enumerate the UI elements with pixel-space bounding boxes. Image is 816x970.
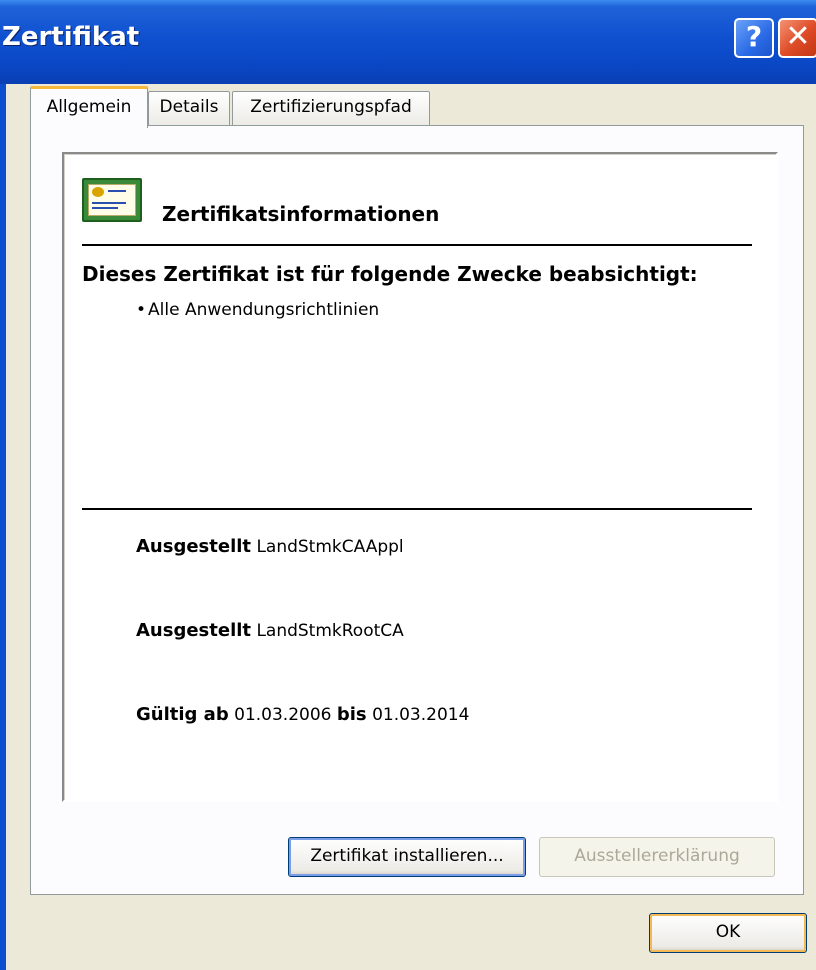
- divider: [82, 508, 752, 510]
- issuer-statement-button[interactable]: Ausstellererklärung: [539, 837, 775, 877]
- valid-to-label: bis: [336, 704, 367, 725]
- tab-certification-path[interactable]: Zertifizierungspfad: [232, 91, 430, 125]
- issued-to-row: Ausgestellt LandStmkCAAppl: [136, 536, 404, 557]
- issued-by-row: Ausgestellt LandStmkRootCA: [136, 620, 404, 641]
- window-title: Zertifikat: [2, 22, 140, 52]
- purpose-list-item: • Alle Anwendungsrichtlinien: [136, 300, 379, 320]
- tab-details[interactable]: Details: [148, 91, 230, 125]
- issued-by-value: LandStmkRootCA: [256, 621, 404, 641]
- close-button[interactable]: ✕: [778, 18, 816, 58]
- divider: [82, 244, 752, 246]
- valid-from-label: Gültig ab: [136, 704, 229, 725]
- info-title: Zertifikatsinformationen: [162, 202, 440, 226]
- validity-row: Gültig ab 01.03.2006 bis 01.03.2014: [136, 704, 469, 725]
- install-certificate-button[interactable]: Zertifikat installieren...: [288, 837, 526, 877]
- valid-from-value: 01.03.2006: [234, 705, 332, 725]
- bullet: •: [136, 300, 147, 320]
- purpose-text: Alle Anwendungsrichtlinien: [148, 300, 380, 320]
- certificate-info-box: Zertifikatsinformationen Dieses Zertifik…: [62, 152, 778, 802]
- issued-by-label: Ausgestellt: [136, 620, 252, 641]
- issued-to-value: LandStmkCAAppl: [256, 537, 404, 557]
- certificate-dialog: Zertifikat ? ✕ Allgemein Details Zertifi…: [0, 0, 816, 970]
- purpose-heading: Dieses Zertifikat ist für folgende Zweck…: [82, 262, 698, 286]
- tab-general[interactable]: Allgemein: [30, 86, 148, 128]
- ok-button[interactable]: OK: [649, 913, 807, 953]
- valid-to-value: 01.03.2014: [372, 705, 470, 725]
- window-frame-left: [0, 84, 6, 970]
- help-button[interactable]: ?: [734, 18, 774, 58]
- issued-to-label: Ausgestellt: [136, 536, 252, 557]
- certificate-icon: [82, 178, 142, 222]
- title-bar: Zertifikat ? ✕: [0, 0, 816, 84]
